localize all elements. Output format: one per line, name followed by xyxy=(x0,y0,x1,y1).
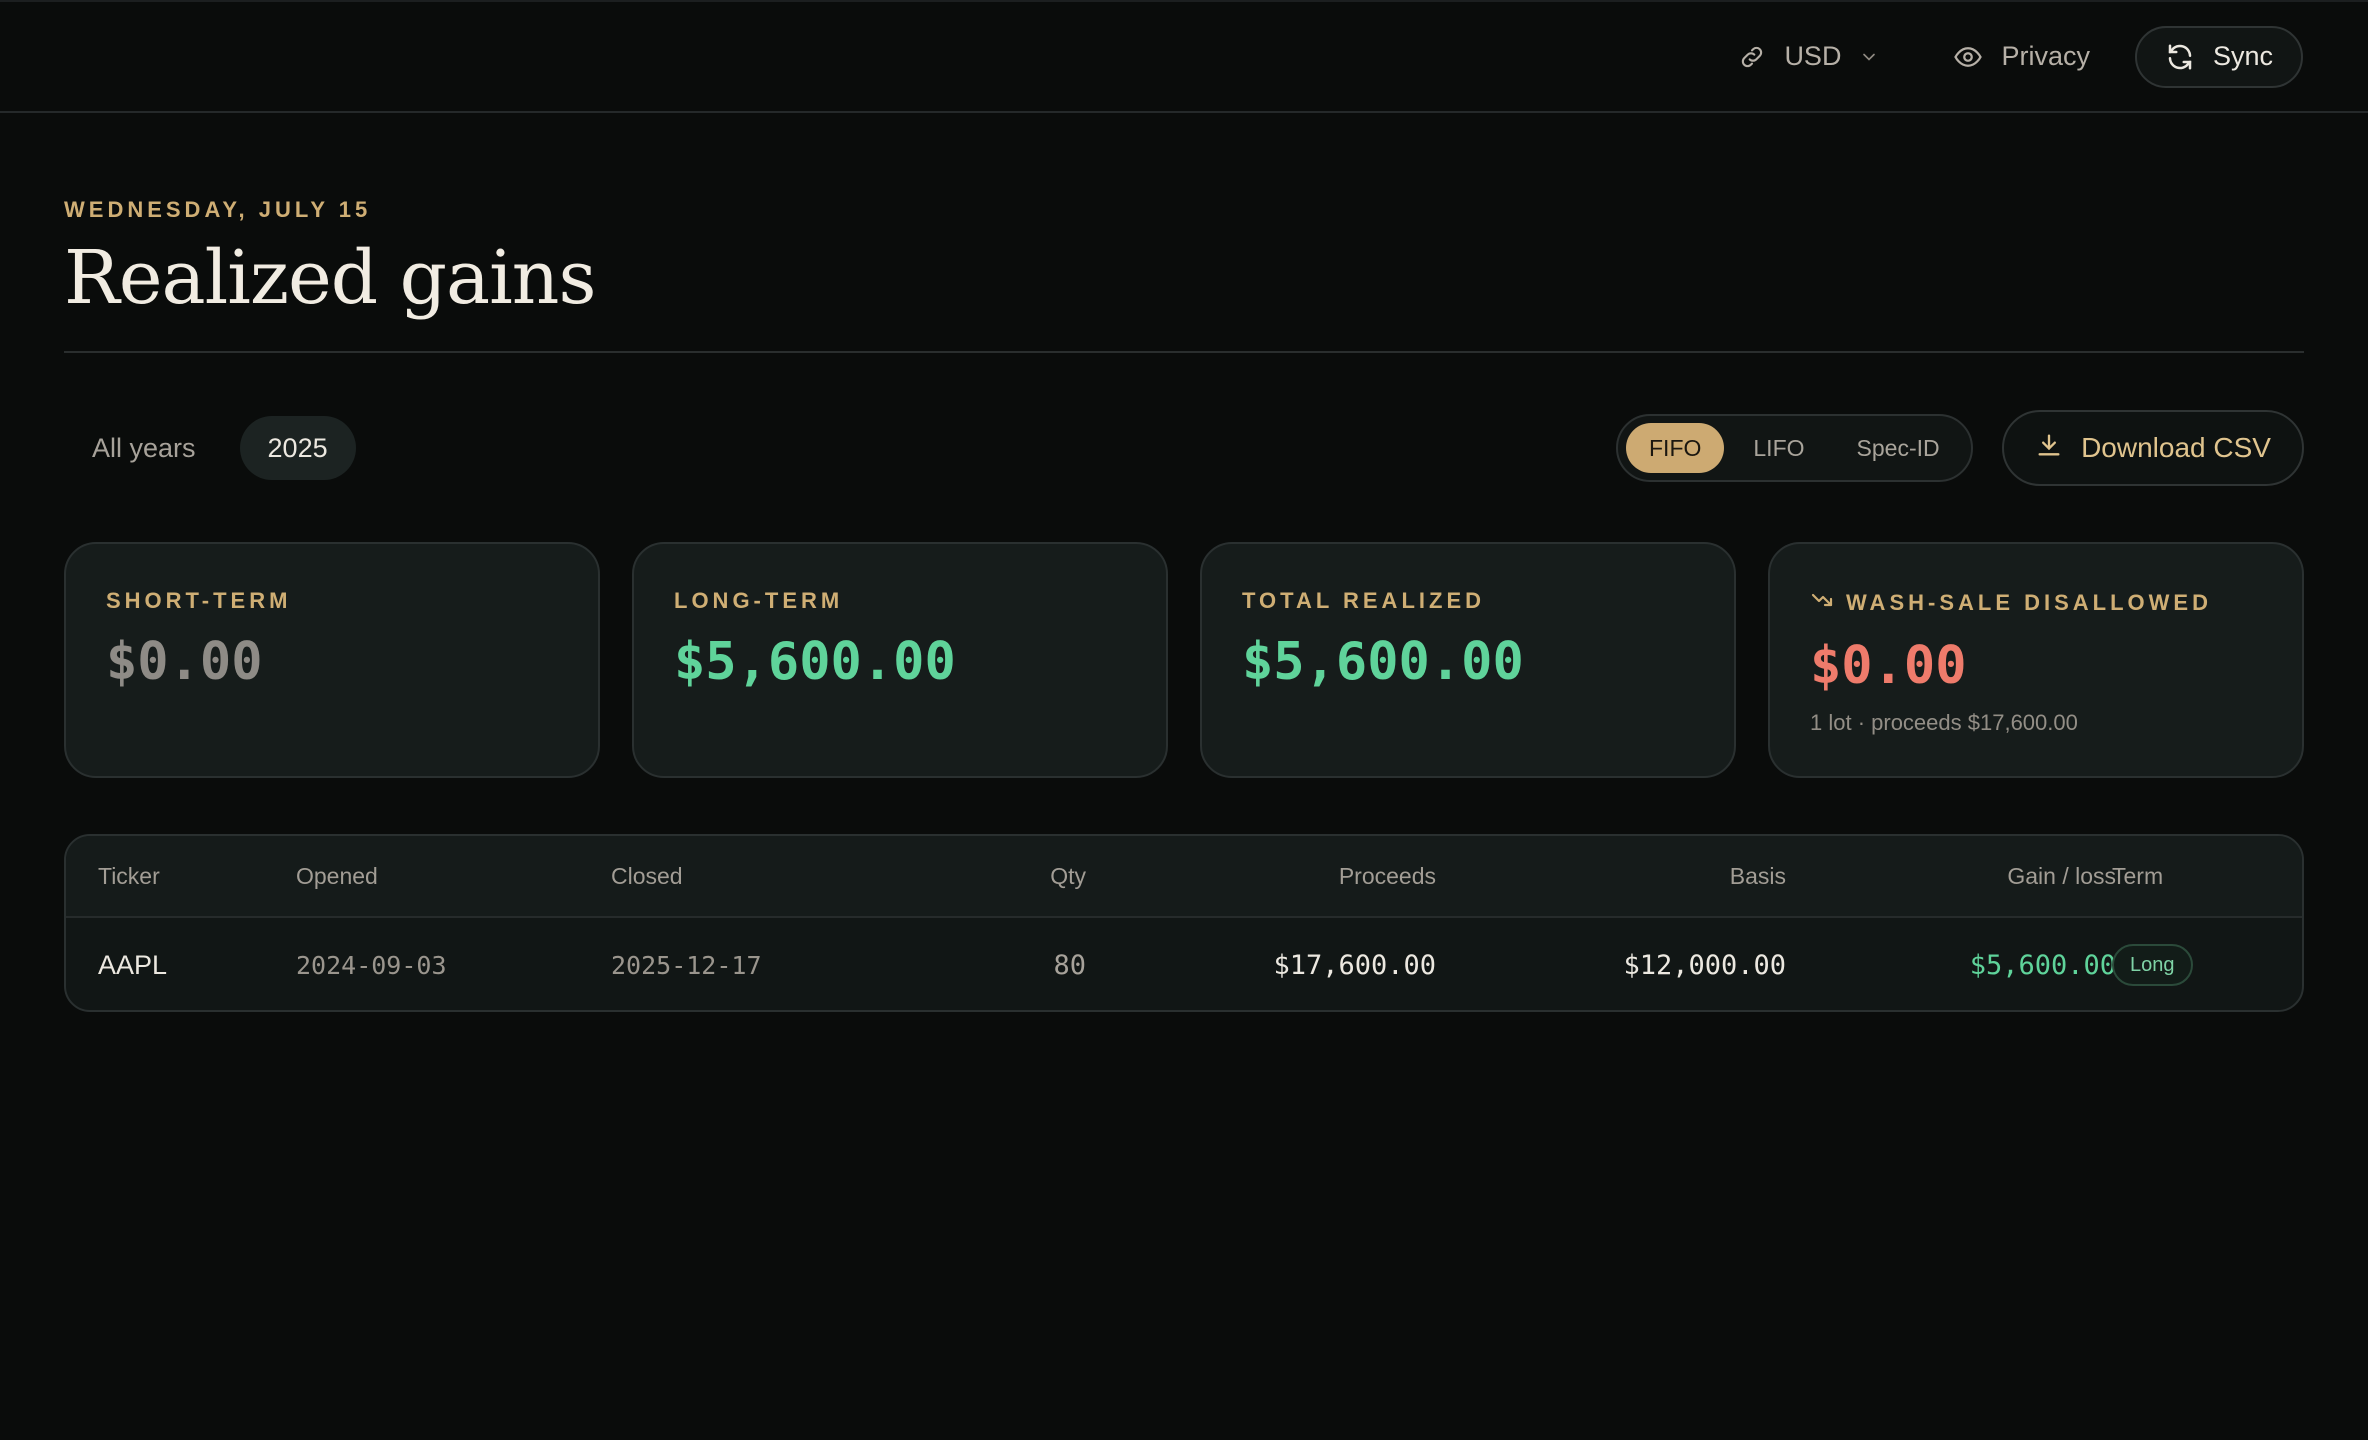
sync-label: Sync xyxy=(2212,41,2273,71)
method-fifo-button[interactable]: FIFO xyxy=(1626,423,1725,473)
privacy-label: Privacy xyxy=(2001,41,2090,71)
method-lifo-button[interactable]: LIFO xyxy=(1730,423,1827,473)
link-icon xyxy=(1738,43,1766,71)
column-header-gain-loss[interactable]: Gain / loss xyxy=(1906,836,2116,916)
column-header-term[interactable]: Term xyxy=(2112,836,2163,916)
column-header-qty[interactable]: Qty xyxy=(966,836,1086,916)
table-row[interactable]: AAPL 2024-09-03 2025-12-17 80 $17,600.00… xyxy=(66,918,2302,1010)
year-all-button[interactable]: All years xyxy=(64,416,224,480)
column-header-closed[interactable]: Closed xyxy=(611,836,683,916)
privacy-toggle[interactable]: Privacy xyxy=(1953,26,2090,88)
download-icon xyxy=(2035,431,2063,466)
card-value: $0.00 xyxy=(1810,636,1967,696)
cell-ticker: AAPL xyxy=(98,949,168,980)
column-header-basis[interactable]: Basis xyxy=(1586,836,1786,916)
cell-qty: 80 xyxy=(1053,949,1086,981)
card-subtext: 1 lot · proceeds $17,600.00 xyxy=(1810,710,2078,735)
card-value: $5,600.00 xyxy=(674,632,956,692)
card-label: SHORT-TERM xyxy=(106,588,292,613)
currency-label: USD xyxy=(1784,41,1842,71)
long-term-card: LONG-TERM $5,600.00 xyxy=(632,542,1168,778)
total-realized-card: TOTAL REALIZED $5,600.00 xyxy=(1200,542,1736,778)
short-term-card: SHORT-TERM $0.00 xyxy=(64,542,600,778)
card-label: TOTAL REALIZED xyxy=(1242,588,1485,613)
card-label: LONG-TERM xyxy=(674,588,844,613)
gains-table: Ticker Opened Closed Qty Proceeds Basis … xyxy=(64,834,2304,1012)
card-value: $5,600.00 xyxy=(1242,632,1524,692)
table-header: Ticker Opened Closed Qty Proceeds Basis … xyxy=(66,836,2302,918)
refresh-icon xyxy=(2165,42,2195,72)
cell-proceeds: $17,600.00 xyxy=(1273,949,1436,981)
method-specid-button[interactable]: Spec-ID xyxy=(1834,423,1963,473)
chevron-down-icon xyxy=(1859,47,1879,67)
cell-basis: $12,000.00 xyxy=(1623,949,1786,981)
currency-selector[interactable]: USD xyxy=(1738,26,1879,88)
cell-closed: 2025-12-17 xyxy=(611,950,762,980)
year-2025-button[interactable]: 2025 xyxy=(239,416,356,480)
column-header-opened[interactable]: Opened xyxy=(296,836,378,916)
cell-gain-loss: $5,600.00 xyxy=(1969,949,2116,981)
card-label: WASH-SALE DISALLOWED xyxy=(1810,588,2262,618)
download-csv-button[interactable]: Download CSV xyxy=(2002,410,2304,486)
column-header-proceeds[interactable]: Proceeds xyxy=(1226,836,1436,916)
summary-cards: SHORT-TERM $0.00 LONG-TERM $5,600.00 TOT… xyxy=(64,542,2304,778)
cost-method-toggle: FIFO LIFO Spec-ID xyxy=(1616,414,1973,482)
page-date: WEDNESDAY, JULY 15 xyxy=(64,197,372,222)
cell-term: Long xyxy=(2112,918,2193,1010)
column-header-ticker[interactable]: Ticker xyxy=(98,836,160,916)
page-title: Realized gains xyxy=(64,235,596,321)
year-filter: All years 2025 xyxy=(64,416,356,480)
cell-opened: 2024-09-03 xyxy=(296,950,447,980)
card-label-text: WASH-SALE DISALLOWED xyxy=(1846,590,2212,615)
wash-sale-card: WASH-SALE DISALLOWED $0.00 1 lot · proce… xyxy=(1768,542,2304,778)
term-badge: Long xyxy=(2112,944,2193,986)
eye-icon xyxy=(1953,42,1983,72)
card-value: $0.00 xyxy=(106,632,263,692)
trending-down-icon xyxy=(1810,588,1834,618)
download-label: Download CSV xyxy=(2081,432,2271,463)
header-divider xyxy=(64,351,2304,353)
sync-button[interactable]: Sync xyxy=(2134,25,2303,88)
top-bar: USD Privacy Sync xyxy=(0,0,2368,113)
